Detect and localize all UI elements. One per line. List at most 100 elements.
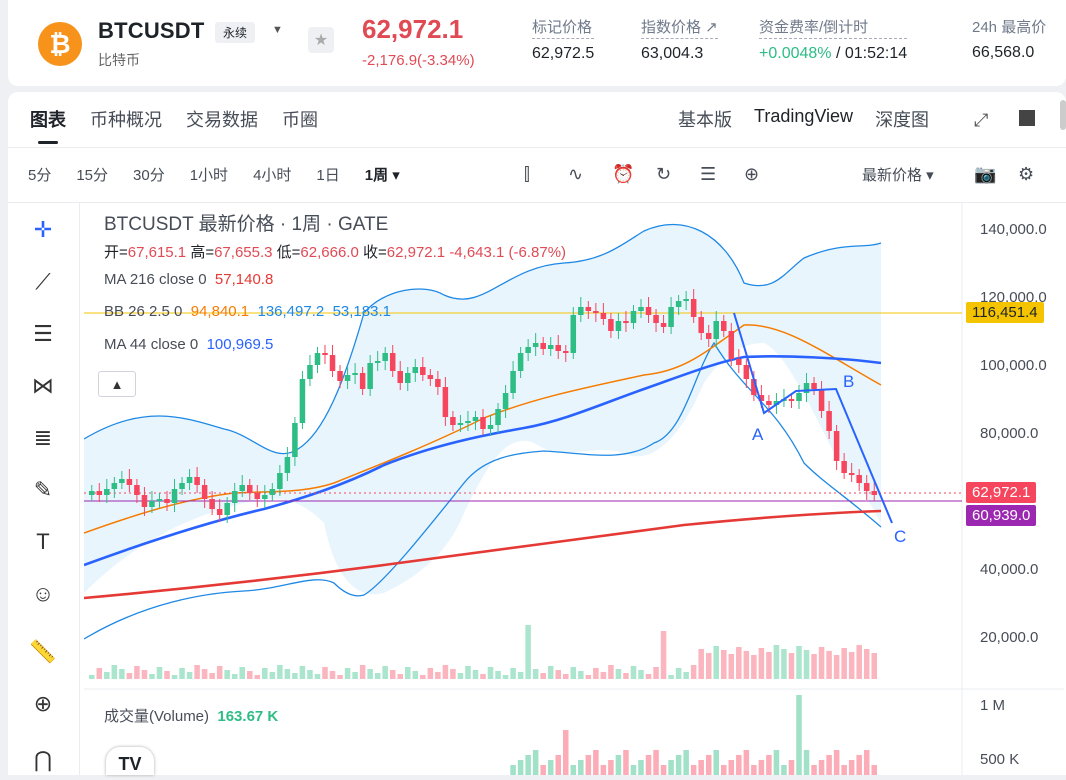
trendline-icon[interactable]: ⟋	[26, 265, 60, 299]
volume-bar	[728, 760, 735, 775]
volume-bar-overlay	[683, 672, 689, 679]
volume-bar-overlay	[307, 670, 313, 679]
volume-bar	[705, 755, 712, 775]
stat-index-price[interactable]: 指数价格 ↗ 63,004.3	[641, 16, 718, 63]
candle-body	[600, 313, 607, 319]
volume-bar-overlay	[502, 675, 509, 679]
tab-basic[interactable]: 基本版	[678, 106, 732, 132]
volume-bar-overlay	[171, 675, 178, 679]
camera-icon[interactable]: 📷	[974, 164, 996, 185]
brush-icon[interactable]: ✎	[26, 473, 60, 507]
volume-bar	[811, 765, 817, 775]
replay-icon[interactable]: ↻	[656, 164, 671, 185]
fullscreen-icon[interactable]	[1019, 110, 1035, 126]
pattern-icon[interactable]: ⋈	[26, 369, 60, 403]
collapse-legend-button[interactable]: ▲	[98, 371, 136, 397]
candle-body	[683, 299, 689, 301]
candle-body	[638, 307, 644, 311]
crosshair-icon[interactable]: ✛	[26, 213, 60, 247]
candle-body	[359, 373, 366, 389]
volume-bar-overlay	[262, 668, 268, 679]
text-tool-icon[interactable]: T	[26, 525, 60, 559]
tab-circle[interactable]: 币圈	[282, 106, 318, 132]
pair-dropdown-icon[interactable]: ▼	[272, 24, 283, 36]
tf-1d[interactable]: 1日	[316, 164, 339, 185]
candle-body	[111, 483, 118, 489]
pair-subtitle: 比特币	[98, 52, 140, 68]
emoji-icon[interactable]: ☺	[26, 577, 60, 611]
candle-body	[224, 503, 230, 515]
perpetual-badge: 永续	[215, 22, 256, 43]
candle-body	[307, 365, 313, 379]
zoom-in-icon[interactable]: ⊕	[26, 687, 60, 721]
candle-body	[156, 499, 163, 501]
volume-bar	[600, 765, 607, 775]
volume-bar	[683, 750, 689, 775]
candle-body	[540, 343, 546, 349]
tf-1w[interactable]: 1周 ▾	[365, 164, 400, 185]
tab-coin-overview[interactable]: 币种概况	[90, 106, 162, 132]
candle-body	[179, 483, 185, 489]
volume-legend[interactable]: 成交量(Volume) 163.67 K	[104, 705, 278, 726]
candle-body	[141, 495, 148, 507]
volume-bar-overlay	[194, 665, 200, 679]
candle-body	[367, 363, 373, 389]
tab-depth[interactable]: 深度图	[875, 106, 929, 132]
volume-bar-overlay	[284, 669, 291, 679]
volume-bar-overlay	[450, 669, 456, 679]
ma216-legend[interactable]: MA 216 close 0 57,140.8	[104, 271, 273, 288]
candle-body	[186, 477, 193, 483]
volume-bar	[698, 760, 704, 775]
candle-body	[743, 365, 750, 379]
settings-gear-icon[interactable]: ⚙	[1018, 164, 1034, 185]
candle-body	[171, 489, 178, 503]
alert-icon[interactable]: ⏰	[612, 164, 634, 185]
ruler-icon[interactable]: 📏	[26, 635, 60, 669]
candle-body	[593, 311, 599, 313]
horizontal-lines-icon[interactable]: ☰	[26, 317, 60, 351]
tab-chart[interactable]: 图表	[30, 106, 66, 144]
price-type-select[interactable]: 最新价格 ▾	[862, 164, 934, 185]
scrollbar[interactable]	[1060, 100, 1066, 130]
ticker-header: ₿ BTCUSDT 永续 ▼ 比特币 ★ 62,972.1 -2,176.9(-…	[8, 0, 1066, 86]
tf-15m[interactable]: 15分	[76, 164, 108, 185]
candle-type-icon[interactable]: ⫿	[524, 164, 530, 185]
tf-5m[interactable]: 5分	[28, 164, 51, 185]
candle-body	[126, 479, 133, 485]
candle-body	[788, 399, 795, 401]
y-tick-40000: 40,000.0	[980, 561, 1039, 578]
volume-bar-overlay	[811, 654, 817, 679]
tf-1h[interactable]: 1小时	[190, 164, 228, 185]
tf-30m[interactable]: 30分	[133, 164, 165, 185]
bb-legend[interactable]: BB 26 2.5 0 94,840.1 136,497.2 53,183.1	[104, 303, 391, 320]
tf-4h[interactable]: 4小时	[253, 164, 291, 185]
template-icon[interactable]: ☰	[700, 164, 716, 185]
magnet-icon[interactable]: ⋂	[26, 743, 60, 777]
volume-bar-overlay	[374, 673, 381, 679]
volume-bar	[871, 765, 877, 775]
volume-bar-overlay	[698, 649, 704, 679]
volume-bar	[510, 765, 516, 775]
expand-icon[interactable]: ⤢	[974, 110, 988, 131]
volume-bar-overlay	[352, 672, 358, 679]
candle-body	[517, 353, 524, 371]
volume-bar-overlay	[863, 649, 870, 679]
indicators-icon[interactable]: ∿	[568, 164, 583, 185]
add-icon[interactable]: ⊕	[744, 164, 759, 185]
candle-body	[705, 333, 712, 339]
candle-body	[480, 417, 486, 429]
candle-body	[578, 307, 584, 315]
price-chart[interactable]: A B C BTCUSDT 最新价格 · 1周 · GATE 开=67,615.…	[83, 203, 1064, 775]
volume-bar-overlay	[104, 672, 110, 679]
tab-tradingview[interactable]: TradingView	[754, 106, 853, 132]
volume-bar-overlay	[119, 669, 125, 679]
candle-body	[352, 373, 358, 375]
ma44-legend[interactable]: MA 44 close 0 100,969.5	[104, 336, 273, 353]
chart-canvas[interactable]: A B C	[83, 203, 1064, 775]
pair-title[interactable]: BTCUSDT	[98, 18, 205, 44]
volume-bar	[517, 760, 524, 775]
favorite-star-icon[interactable]: ★	[308, 27, 334, 53]
candle-body	[442, 387, 449, 417]
tab-trade-data[interactable]: 交易数据	[186, 106, 258, 132]
fib-icon[interactable]: ≣	[26, 421, 60, 455]
